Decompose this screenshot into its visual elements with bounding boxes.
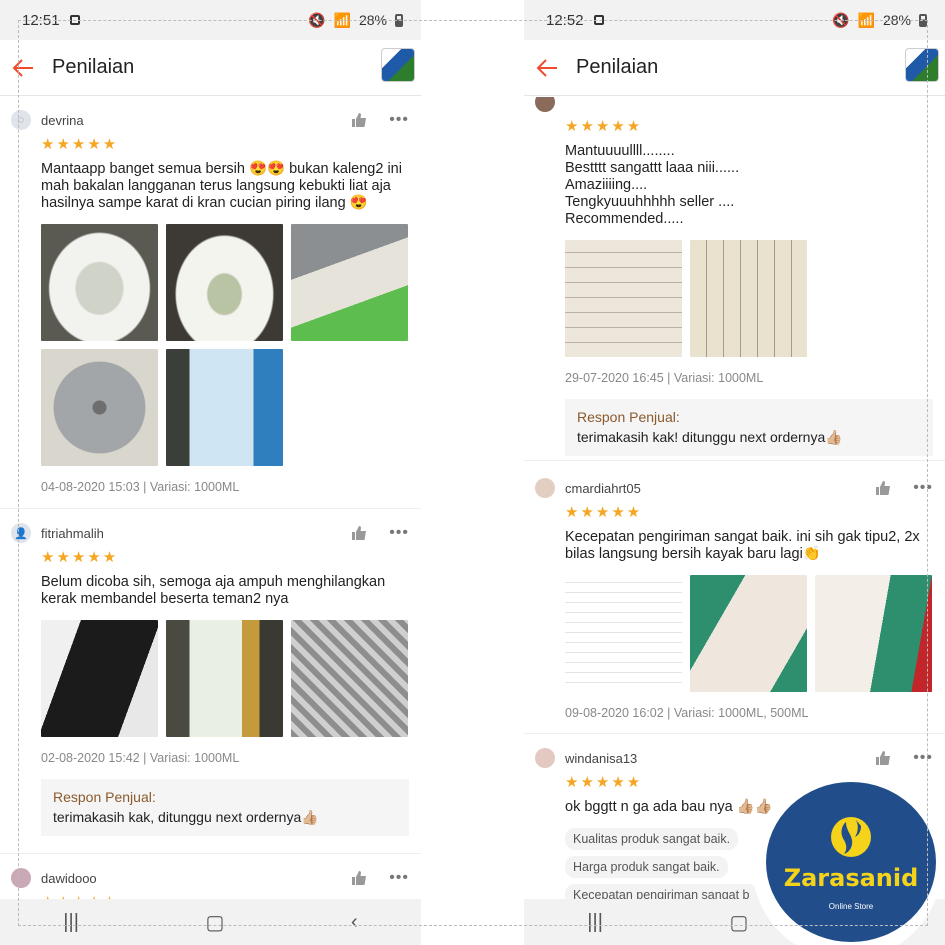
screenshot-collage: 12:51 🔇 📶 28% Penilaian ◌ devrina ••• ★★… bbox=[0, 0, 945, 945]
dashed-frame bbox=[18, 20, 928, 926]
